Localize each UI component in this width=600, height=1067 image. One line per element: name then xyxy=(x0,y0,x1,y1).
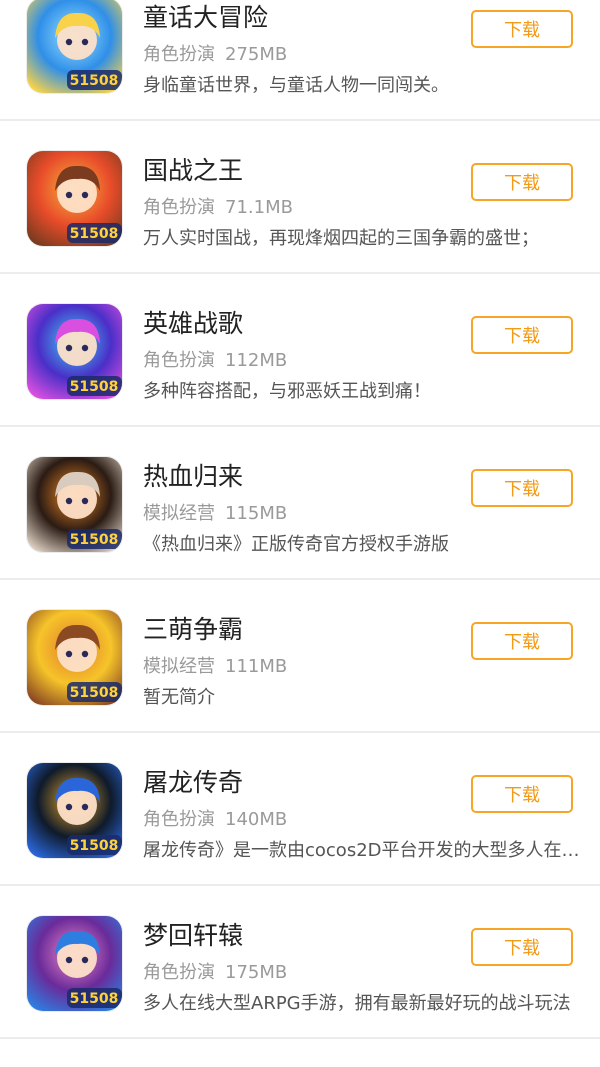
app-title: 国战之王 xyxy=(143,156,244,185)
download-button[interactable]: 下载 xyxy=(471,928,573,966)
download-button[interactable]: 下载 xyxy=(471,469,573,507)
app-meta: 模拟经营 111MB xyxy=(143,652,287,678)
app-title: 屠龙传奇 xyxy=(143,768,244,797)
app-meta: 模拟经营 115MB xyxy=(143,499,287,525)
list-item[interactable]: 51508 热血归来模拟经营 115MB 《热血归来》正版传奇官方授权手游版 下载 xyxy=(0,429,600,580)
brand-logo: 51508 xyxy=(70,685,119,701)
download-button[interactable]: 下载 xyxy=(471,163,573,201)
brand-logo: 51508 xyxy=(70,991,119,1007)
list-item[interactable]: 51508 国战之王角色扮演 71.1MB 万人实时国战，再现烽烟四起的三国争霸的盛世… xyxy=(0,123,600,274)
app-description: 屠龙传奇》是一款由cocos2D平台开发的大型多人在线角色扮演游戏 xyxy=(143,840,583,861)
download-button[interactable]: 下载 xyxy=(471,316,573,354)
download-button[interactable]: 下载 xyxy=(471,775,573,813)
app-meta: 角色扮演 275MB xyxy=(143,40,287,66)
warrior-lady-icon[interactable]: 51508 xyxy=(27,457,122,552)
app-meta: 角色扮演 175MB xyxy=(143,958,287,984)
app-title: 三萌争霸 xyxy=(143,615,244,644)
app-size: 111MB xyxy=(225,656,288,677)
cartoon-heroes-icon[interactable]: 51508 xyxy=(27,610,122,705)
app-description: 《热血归来》正版传奇官方授权手游版 xyxy=(143,534,449,555)
brand-logo: 51508 xyxy=(70,379,119,395)
warrior-girl-icon[interactable]: 51508 xyxy=(27,151,122,246)
brand-logo: 51508 xyxy=(70,838,119,854)
app-size: 275MB xyxy=(225,44,288,65)
app-size: 115MB xyxy=(225,503,288,524)
app-description: 暂无简介 xyxy=(143,687,215,708)
app-title: 童话大冒险 xyxy=(143,3,269,32)
app-size: 140MB xyxy=(225,809,288,830)
brand-logo: 51508 xyxy=(70,226,119,242)
app-description: 万人实时国战，再现烽烟四起的三国争霸的盛世； xyxy=(143,228,539,249)
app-size: 112MB xyxy=(225,350,288,371)
list-item[interactable]: 51508 屠龙传奇角色扮演 140MB 屠龙传奇》是一款由cocos2D平台开发的大… xyxy=(0,735,600,886)
app-category: 角色扮演 xyxy=(143,350,215,371)
app-size: 175MB xyxy=(225,962,288,983)
list-item[interactable]: 51508 英雄战歌角色扮演 112MB 多种阵容搭配，与邪恶妖王战到痛！ 下载 xyxy=(0,276,600,427)
app-category: 角色扮演 xyxy=(143,197,215,218)
app-category: 角色扮演 xyxy=(143,44,215,65)
app-category: 角色扮演 xyxy=(143,809,215,830)
list-item[interactable]: 51508 童话大冒险角色扮演 275MB 身临童话世界，与童话人物一同闯关。 下载 xyxy=(0,0,600,121)
app-size: 71.1MB xyxy=(225,197,293,218)
blue-hair-hero-icon[interactable]: 51508 xyxy=(27,304,122,399)
app-category: 模拟经营 xyxy=(143,656,215,677)
app-title: 热血归来 xyxy=(143,462,244,491)
download-button[interactable]: 下载 xyxy=(471,622,573,660)
brand-logo: 51508 xyxy=(70,73,119,89)
download-button[interactable]: 下载 xyxy=(471,10,573,48)
app-description: 身临童话世界，与童话人物一同闯关。 xyxy=(143,75,449,96)
list-item[interactable]: 51508 三萌争霸模拟经营 111MB 暂无简介 下载 xyxy=(0,582,600,733)
app-meta: 角色扮演 112MB xyxy=(143,346,287,372)
app-description: 多种阵容搭配，与邪恶妖王战到痛！ xyxy=(143,381,431,402)
brand-logo: 51508 xyxy=(70,532,119,548)
golden-dragon-icon[interactable]: 51508 xyxy=(27,763,122,858)
app-title: 英雄战歌 xyxy=(143,309,244,338)
app-category: 模拟经营 xyxy=(143,503,215,524)
app-category: 角色扮演 xyxy=(143,962,215,983)
app-meta: 角色扮演 71.1MB xyxy=(143,193,293,219)
purple-heroine-icon[interactable]: 51508 xyxy=(27,916,122,1011)
fairy-girl-icon[interactable]: 51508 xyxy=(27,0,122,93)
app-description: 多人在线大型ARPG手游，拥有最新最好玩的战斗玩法 xyxy=(143,993,571,1014)
list-item[interactable]: 51508 梦回轩辕角色扮演 175MB 多人在线大型ARPG手游，拥有最新最好玩的战… xyxy=(0,888,600,1039)
app-meta: 角色扮演 140MB xyxy=(143,805,287,831)
app-title: 梦回轩辕 xyxy=(143,921,244,950)
